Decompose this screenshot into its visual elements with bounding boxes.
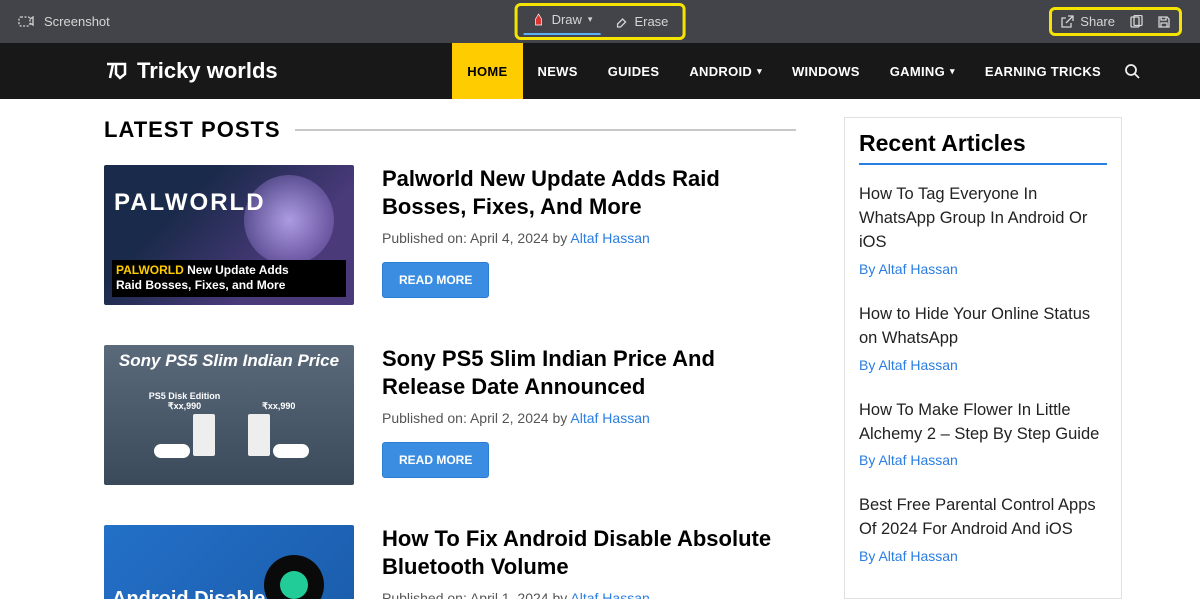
post-thumbnail[interactable]: Android Disable Absolute Bluetooth <box>104 525 354 599</box>
heading-divider <box>295 129 796 131</box>
nav-android[interactable]: ANDROID▾ <box>674 43 777 99</box>
pen-icon <box>532 13 546 27</box>
read-more-button[interactable]: READ MORE <box>382 262 489 298</box>
site-logo[interactable]: Tricky worlds <box>105 58 278 84</box>
recent-article-byline[interactable]: By Altaf Hassan <box>859 357 958 373</box>
post-title[interactable]: Sony PS5 Slim Indian Price And Release D… <box>382 345 796 400</box>
thumb-header: Sony PS5 Slim Indian Price <box>104 351 354 371</box>
chevron-down-icon: ▾ <box>757 66 762 77</box>
post-meta: Published on: April 2, 2024 by Altaf Has… <box>382 410 796 426</box>
recent-article-item: Best Free Parental Control Apps Of 2024 … <box>859 494 1107 566</box>
nav-gaming[interactable]: GAMING▾ <box>875 43 970 99</box>
screenshot-icon <box>18 14 34 30</box>
recent-article-byline[interactable]: By Altaf Hassan <box>859 452 958 468</box>
post-title[interactable]: How To Fix Android Disable Absolute Blue… <box>382 525 796 580</box>
heading-underline <box>859 163 1107 165</box>
recent-article-link[interactable]: How to Hide Your Online Status on WhatsA… <box>859 303 1107 351</box>
recent-article-link[interactable]: Best Free Parental Control Apps Of 2024 … <box>859 494 1107 542</box>
recent-article-byline[interactable]: By Altaf Hassan <box>859 548 958 564</box>
chevron-down-icon[interactable]: ▾ <box>588 14 593 25</box>
erase-label: Erase <box>634 14 668 29</box>
share-button[interactable]: Share <box>1060 14 1115 29</box>
recent-article-link[interactable]: How To Tag Everyone In WhatsApp Group In… <box>859 183 1107 255</box>
draw-button[interactable]: Draw ▾ <box>524 8 601 35</box>
erase-icon <box>614 15 628 29</box>
post-item: Sony PS5 Slim Indian Price PS5 Disk Edit… <box>104 345 796 485</box>
recent-article-item: How to Hide Your Online Status on WhatsA… <box>859 303 1107 375</box>
thumb-graphic <box>264 555 324 599</box>
post-thumbnail[interactable]: Sony PS5 Slim Indian Price PS5 Disk Edit… <box>104 345 354 485</box>
post-meta: Published on: April 4, 2024 by Altaf Has… <box>382 230 796 246</box>
share-icon <box>1060 15 1074 29</box>
post-thumbnail[interactable]: PALWORLD PALWORLD New Update Adds Raid B… <box>104 165 354 305</box>
annotation-highlight-right: Share <box>1049 7 1182 36</box>
latest-posts-heading: LATEST POSTS <box>104 117 281 143</box>
erase-button[interactable]: Erase <box>606 10 676 33</box>
post-title[interactable]: Palworld New Update Adds Raid Bosses, Fi… <box>382 165 796 220</box>
post-meta: Published on: April 1, 2024 by Altaf Has… <box>382 590 796 599</box>
post-author-link[interactable]: Altaf Hassan <box>570 590 649 599</box>
recent-article-link[interactable]: How To Make Flower In Little Alchemy 2 –… <box>859 399 1107 447</box>
screenshot-app-label: Screenshot <box>44 14 110 29</box>
brand-text: Tricky worlds <box>137 58 278 84</box>
thumb-banner: PALWORLD New Update Adds Raid Bosses, Fi… <box>112 260 346 297</box>
nav-home[interactable]: HOME <box>452 43 522 99</box>
screenshot-toolbar: Screenshot Draw ▾ Erase <box>0 0 1200 43</box>
copy-icon[interactable] <box>1129 15 1143 29</box>
post-author-link[interactable]: Altaf Hassan <box>570 230 649 246</box>
post-item: Android Disable Absolute Bluetooth How T… <box>104 525 796 599</box>
share-label: Share <box>1080 14 1115 29</box>
search-icon[interactable] <box>1124 43 1140 99</box>
post-author-link[interactable]: Altaf Hassan <box>570 410 649 426</box>
post-item: PALWORLD PALWORLD New Update Adds Raid B… <box>104 165 796 305</box>
site-nav: Tricky worlds HOME NEWS GUIDES ANDROID▾ … <box>0 43 1200 99</box>
thumb-logo: PALWORLD <box>114 189 266 217</box>
nav-windows[interactable]: WINDOWS <box>777 43 875 99</box>
annotation-highlight-center: Draw ▾ Erase <box>515 3 686 40</box>
recent-articles-heading: Recent Articles <box>859 130 1107 157</box>
sidebar-recent-articles: Recent Articles How To Tag Everyone In W… <box>844 117 1122 599</box>
recent-article-item: How To Tag Everyone In WhatsApp Group In… <box>859 183 1107 279</box>
recent-article-byline[interactable]: By Altaf Hassan <box>859 261 958 277</box>
read-more-button[interactable]: READ MORE <box>382 442 489 478</box>
nav-guides[interactable]: GUIDES <box>593 43 675 99</box>
nav-news[interactable]: NEWS <box>523 43 593 99</box>
recent-article-item: How To Make Flower In Little Alchemy 2 –… <box>859 399 1107 471</box>
chevron-down-icon: ▾ <box>950 66 955 77</box>
nav-earning[interactable]: EARNING TRICKS <box>970 43 1116 99</box>
save-icon[interactable] <box>1157 15 1171 29</box>
draw-label: Draw <box>552 12 582 27</box>
